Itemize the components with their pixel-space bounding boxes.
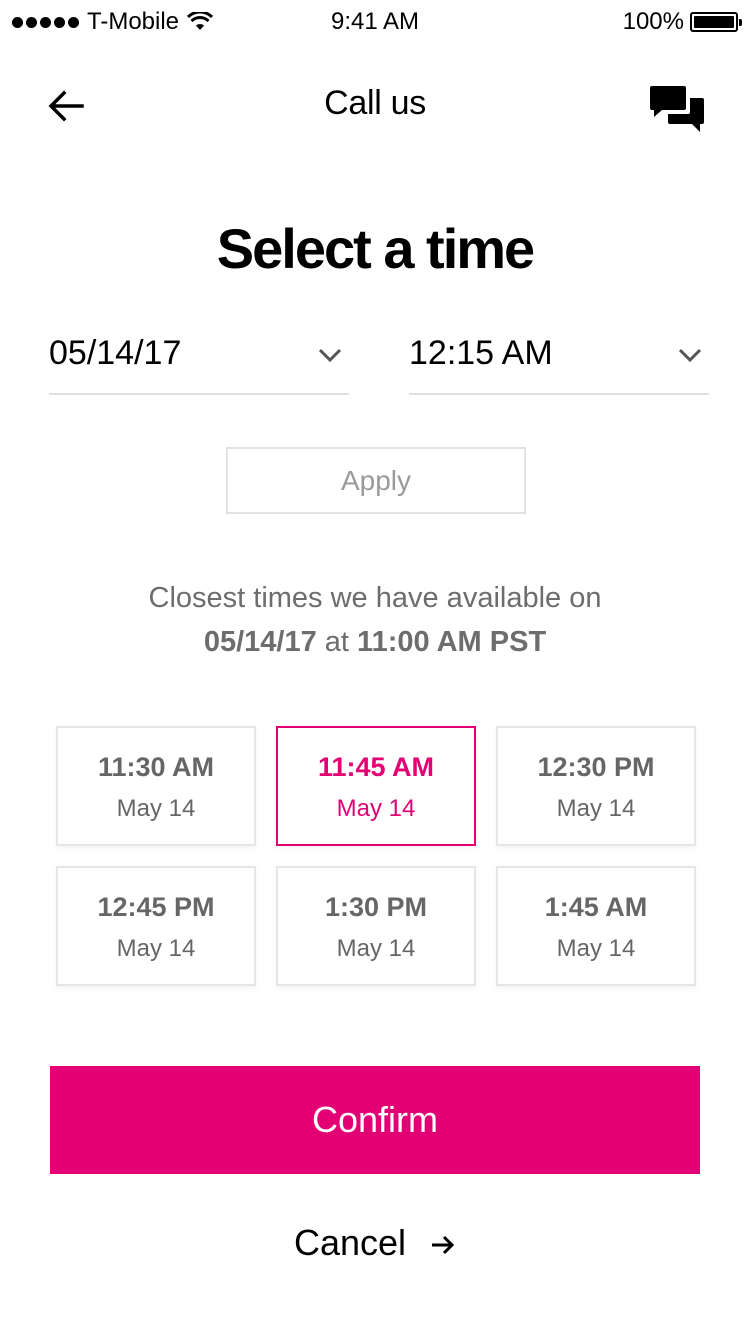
nav-title: Call us bbox=[324, 84, 426, 122]
closest-line1: Closest times we have available on bbox=[148, 582, 602, 614]
time-slot-grid: 11:30 AM May 14 11:45 AM May 14 12:30 PM… bbox=[56, 726, 696, 986]
arrow-right-icon bbox=[432, 1236, 455, 1255]
slot-time: 12:30 PM bbox=[537, 752, 655, 782]
time-slot[interactable]: 1:30 PM May 14 bbox=[276, 866, 476, 986]
time-slot[interactable]: 11:30 AM May 14 bbox=[56, 726, 256, 846]
slot-time: 1:45 AM bbox=[544, 892, 648, 922]
date-select-value: 05/14/17 bbox=[49, 334, 182, 372]
slot-date: May 14 bbox=[116, 795, 196, 822]
cancel-button[interactable]: Cancel bbox=[0, 1222, 750, 1264]
closest-date: 05/14/17 bbox=[203, 626, 317, 658]
chat-bubbles-icon[interactable] bbox=[648, 84, 706, 138]
slot-date: May 14 bbox=[336, 935, 416, 962]
time-select[interactable]: 12:15 AM bbox=[409, 320, 709, 395]
nav-bar: Call us bbox=[0, 44, 750, 166]
closest-at: at bbox=[324, 626, 349, 658]
time-slot[interactable]: 12:45 PM May 14 bbox=[56, 866, 256, 986]
apply-button[interactable]: Apply bbox=[226, 447, 526, 514]
page-heading: Select a time bbox=[216, 217, 535, 280]
time-select-value: 12:15 AM bbox=[409, 334, 553, 372]
closest-times-text: Closest times we have available on 05/14… bbox=[0, 576, 750, 664]
slot-date: May 14 bbox=[556, 795, 636, 822]
date-select[interactable]: 05/14/17 bbox=[49, 320, 349, 395]
slot-date: May 14 bbox=[116, 935, 196, 962]
slot-time: 11:30 AM bbox=[97, 752, 215, 782]
slot-time: 1:30 PM bbox=[324, 892, 428, 922]
time-slot[interactable]: 1:45 AM May 14 bbox=[496, 866, 696, 986]
screen: T-Mobile 9:41 AM 100% Call us Select a t… bbox=[0, 0, 750, 1334]
cancel-label: Cancel bbox=[293, 1222, 407, 1263]
status-bar: T-Mobile 9:41 AM 100% bbox=[0, 0, 750, 44]
chevron-down-icon bbox=[318, 348, 342, 363]
slot-date: May 14 bbox=[556, 935, 636, 962]
slot-time: 12:45 PM bbox=[97, 892, 215, 922]
battery-percent: 100% bbox=[622, 8, 684, 35]
slot-time: 11:45 AM bbox=[317, 752, 435, 782]
closest-time: 11:00 AM PST bbox=[357, 626, 547, 658]
slot-date: May 14 bbox=[336, 795, 416, 822]
chevron-down-icon bbox=[678, 348, 702, 363]
time-slot[interactable]: 11:45 AM May 14 bbox=[276, 726, 476, 846]
closest-line2: 05/14/17 at 11:00 AM PST bbox=[0, 620, 750, 664]
battery-icon bbox=[690, 12, 742, 32]
time-slot[interactable]: 12:30 PM May 14 bbox=[496, 726, 696, 846]
status-right: 100% bbox=[622, 8, 742, 36]
confirm-button[interactable]: Confirm bbox=[50, 1066, 700, 1174]
